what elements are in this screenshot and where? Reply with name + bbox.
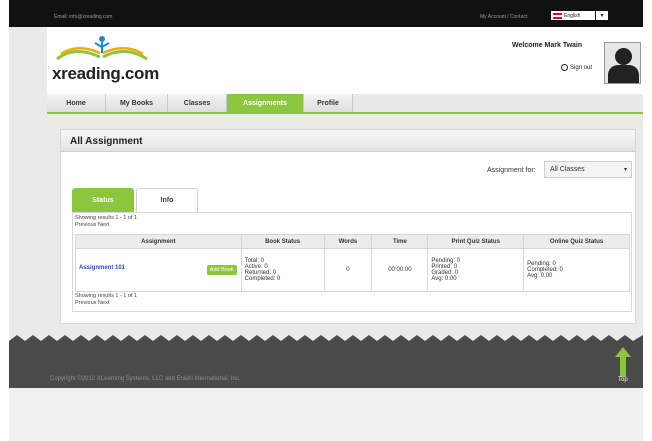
account-contact-links[interactable]: My Account / Contact [480,14,527,20]
tab-classes[interactable]: Classes [168,94,227,112]
assignment-tabs: Status Info [72,188,200,212]
col-print-quiz-status[interactable]: Print Quiz Status [427,234,525,249]
uk-flag-icon [553,12,562,19]
pager-bottom[interactable]: Previous Next [75,300,109,306]
online-avg: Avg: 0.00 [527,273,553,279]
site-logo[interactable]: xreading.com [52,64,159,84]
tab-status[interactable]: Status [72,188,134,212]
col-book-status[interactable]: Book Status [240,234,325,249]
book-completed: Completed: 0 [244,276,281,282]
book-status-cell: Total: 0 Active: 0 Returned: 0 Completed… [240,248,325,292]
avatar[interactable] [604,42,641,84]
tab-home[interactable]: Home [47,94,106,112]
time-cell: 00:00:00 [371,248,429,292]
avatar-head [615,48,632,65]
page-bottom-space [9,388,643,441]
results-count-top: Showing results 1 - 1 of 1 [75,215,138,221]
status-panel: Showing results 1 - 1 of 1 Previous Next… [72,212,632,312]
class-filter-value: All Classes [550,166,585,173]
main-nav: Home My Books Classes Assignments Profil… [47,94,643,114]
online-quiz-cell: Pending: 0 Completed: 0 Avg: 0.00 [523,248,630,292]
tab-assignments[interactable]: Assignments [227,94,304,112]
add-book-button[interactable]: Add Book [206,265,237,275]
page-title: All Assignment [61,130,635,152]
contact-email: Email: info@xreading.com [54,14,113,20]
pager-top[interactable]: Previous Next [75,222,109,228]
welcome-message: Welcome Mark Twain [512,42,583,49]
site-header: xreading.com Welcome Mark Twain Sign out [47,27,643,94]
col-online-quiz-status[interactable]: Online Quiz Status [523,234,630,249]
results-count-bottom: Showing results 1 - 1 of 1 [75,293,138,299]
browser-frame: Email: info@xreading.com My Account / Co… [9,0,643,441]
language-select[interactable]: English [551,11,595,20]
chevron-down-icon[interactable]: ▾ [596,11,608,20]
power-icon [561,64,568,71]
words-cell: 0 [323,248,373,292]
table-row: Assignment 101 Add Book Total: 0 Active:… [75,248,630,292]
assignment-for-label: Assignment for: [487,167,536,174]
col-time[interactable]: Time [371,234,429,249]
sign-out-label: Sign out [570,64,593,71]
site-footer: Copyright ©2012 XLearning Systems, LLC a… [9,341,643,388]
top-bar: Email: info@xreading.com My Account / Co… [9,0,643,27]
class-filter-select[interactable]: All Classes ▾ [544,161,632,178]
tab-profile[interactable]: Profile [304,94,353,112]
table-header-row: Assignment Book Status Words Time Print … [75,234,630,249]
back-to-top-label[interactable]: Top [618,377,628,383]
avatar-body [608,65,639,83]
print-quiz-cell: Pending: 0 Printed: 0 Graded: 0 Avg: 0.0… [427,248,525,292]
sign-out-link[interactable]: Sign out [561,64,592,71]
col-assignment[interactable]: Assignment [75,234,242,249]
print-avg: Avg: 0.00 [431,276,457,282]
all-assignment-card: All Assignment Assignment for: All Class… [60,129,636,324]
book-logo-icon [56,36,148,61]
arrow-up-icon[interactable] [615,347,631,377]
tab-my-books[interactable]: My Books [106,94,168,112]
assignment-cell: Assignment 101 Add Book [75,248,242,292]
tab-info[interactable]: Info [136,188,198,212]
language-label: English [564,12,581,19]
copyright-text: Copyright ©2012 XLearning Systems, LLC a… [50,376,241,382]
assignment-link[interactable]: Assignment 101 [76,265,125,271]
col-words[interactable]: Words [323,234,373,249]
chevron-down-icon: ▾ [623,167,627,173]
assignment-table: Assignment Book Status Words Time Print … [75,234,630,292]
